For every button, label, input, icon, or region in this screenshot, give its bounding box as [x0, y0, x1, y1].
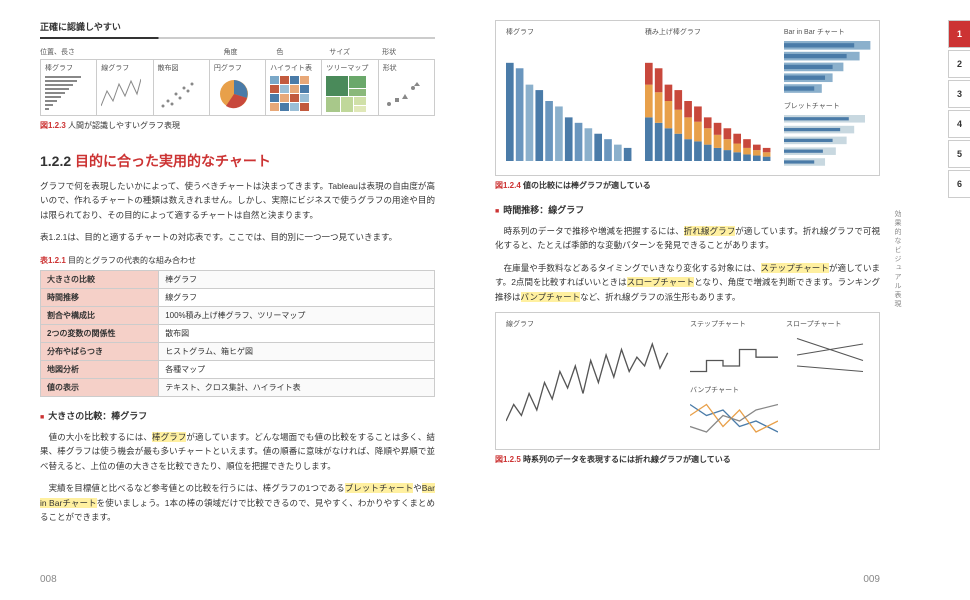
para-5: 時系列のデータで推移や増減を把握するには、折れ線グラフが適しています。折れ線グラ… — [495, 224, 880, 253]
tab-1[interactable]: 1 — [948, 20, 970, 48]
para-4: 実績を目標値と比べるなど参考値との比較を行うには、棒グラフの1つであるブレットチ… — [40, 481, 435, 524]
fig-caption-124: 図1.2.4 値の比較には棒グラフが適している — [495, 180, 880, 191]
para-6: 在庫量や手数料などあるタイミングでいきなり変化する対象には、ステップチャートが適… — [495, 261, 880, 304]
bar-chart-icon — [45, 76, 85, 112]
para-3: 値の大小を比較するには、棒グラフが適しています。どんな場面でも値の比較をすること… — [40, 430, 435, 473]
axes-labels: 位置、長さ 角度 色 サイズ 形状 — [40, 47, 435, 57]
page-left: 正確に認識しやすい 位置、長さ 角度 色 サイズ 形状 棒グラフ 線グラフ 散布… — [0, 0, 465, 600]
cell-scatter: 散布図 — [154, 60, 210, 115]
tab-3[interactable]: 3 — [948, 80, 970, 108]
subtitle-bar: 大きさの比較：棒グラフ — [40, 409, 435, 422]
fig124-bar — [506, 41, 637, 161]
para-2: 表1.2.1は、目的と適するチャートの対応表です。ここでは、目的別に一つ一つ見て… — [40, 230, 435, 244]
section-title-122: 1.2.2 目的に合った実用的なチャート — [40, 151, 435, 171]
panel-125: 線グラフ ステップチャート バンプチャート スロープチャート — [495, 312, 880, 450]
treemap-icon — [326, 76, 366, 112]
fig124-bullet — [784, 115, 881, 169]
fig-caption-125: 図1.2.5 時系列のデータを表現するには折れ線グラフが適している — [495, 454, 880, 465]
table-121: 大きさの比較棒グラフ 時間推移線グラフ 割合や構成比100%積み上げ棒グラフ、ツ… — [40, 270, 435, 397]
tab-6[interactable]: 6 — [948, 170, 970, 198]
fig125-step — [690, 333, 778, 377]
tab-5[interactable]: 5 — [948, 140, 970, 168]
header-line — [40, 37, 435, 39]
scatter-icon — [158, 76, 198, 112]
pie-icon — [214, 76, 254, 112]
highlight-table-icon — [270, 76, 310, 112]
chart-grid-123: 棒グラフ 線グラフ 散布図 円グラフ ハイライト表 ツリーマップ 形状 — [40, 59, 435, 116]
cell-treemap: ツリーマップ — [322, 60, 378, 115]
subtitle-line: 時間推移：線グラフ — [495, 203, 880, 216]
side-label: 効果的なビジュアル表現 — [892, 210, 902, 309]
tab-4[interactable]: 4 — [948, 110, 970, 138]
fig-caption-123: 図1.2.3 人間が認識しやすいグラフ表現 — [40, 120, 435, 131]
fig124-stacked — [645, 41, 776, 161]
para-1: グラフで何を表現したいかによって、使うべきチャートは決まってきます。Tablea… — [40, 179, 435, 222]
header-title: 正確に認識しやすい — [40, 20, 435, 33]
page-num-right: 009 — [863, 574, 880, 585]
line-chart-icon — [101, 76, 141, 112]
page-right: 棒グラフ 積み上げ棒グラフ Bar in Bar チャート ブレットチャート — [465, 0, 930, 600]
table-caption-121: 表1.2.1 目的とグラフの代表的な組み合わせ — [40, 255, 435, 266]
fig125-slope — [786, 333, 874, 377]
tab-2[interactable]: 2 — [948, 50, 970, 78]
cell-line: 線グラフ — [97, 60, 153, 115]
fig125-bump — [690, 399, 778, 443]
cell-highlight: ハイライト表 — [266, 60, 322, 115]
panel-124: 棒グラフ 積み上げ棒グラフ Bar in Bar チャート ブレットチャート — [495, 20, 880, 176]
cell-pie: 円グラフ — [210, 60, 266, 115]
fig124-barinbar — [784, 41, 881, 95]
cell-shape: 形状 — [379, 60, 434, 115]
shape-icon — [383, 76, 423, 112]
fig125-line — [506, 333, 682, 443]
cell-bar: 棒グラフ — [41, 60, 97, 115]
page-num-left: 008 — [40, 574, 57, 585]
chapter-tabs: 1 2 3 4 5 6 — [948, 20, 970, 198]
